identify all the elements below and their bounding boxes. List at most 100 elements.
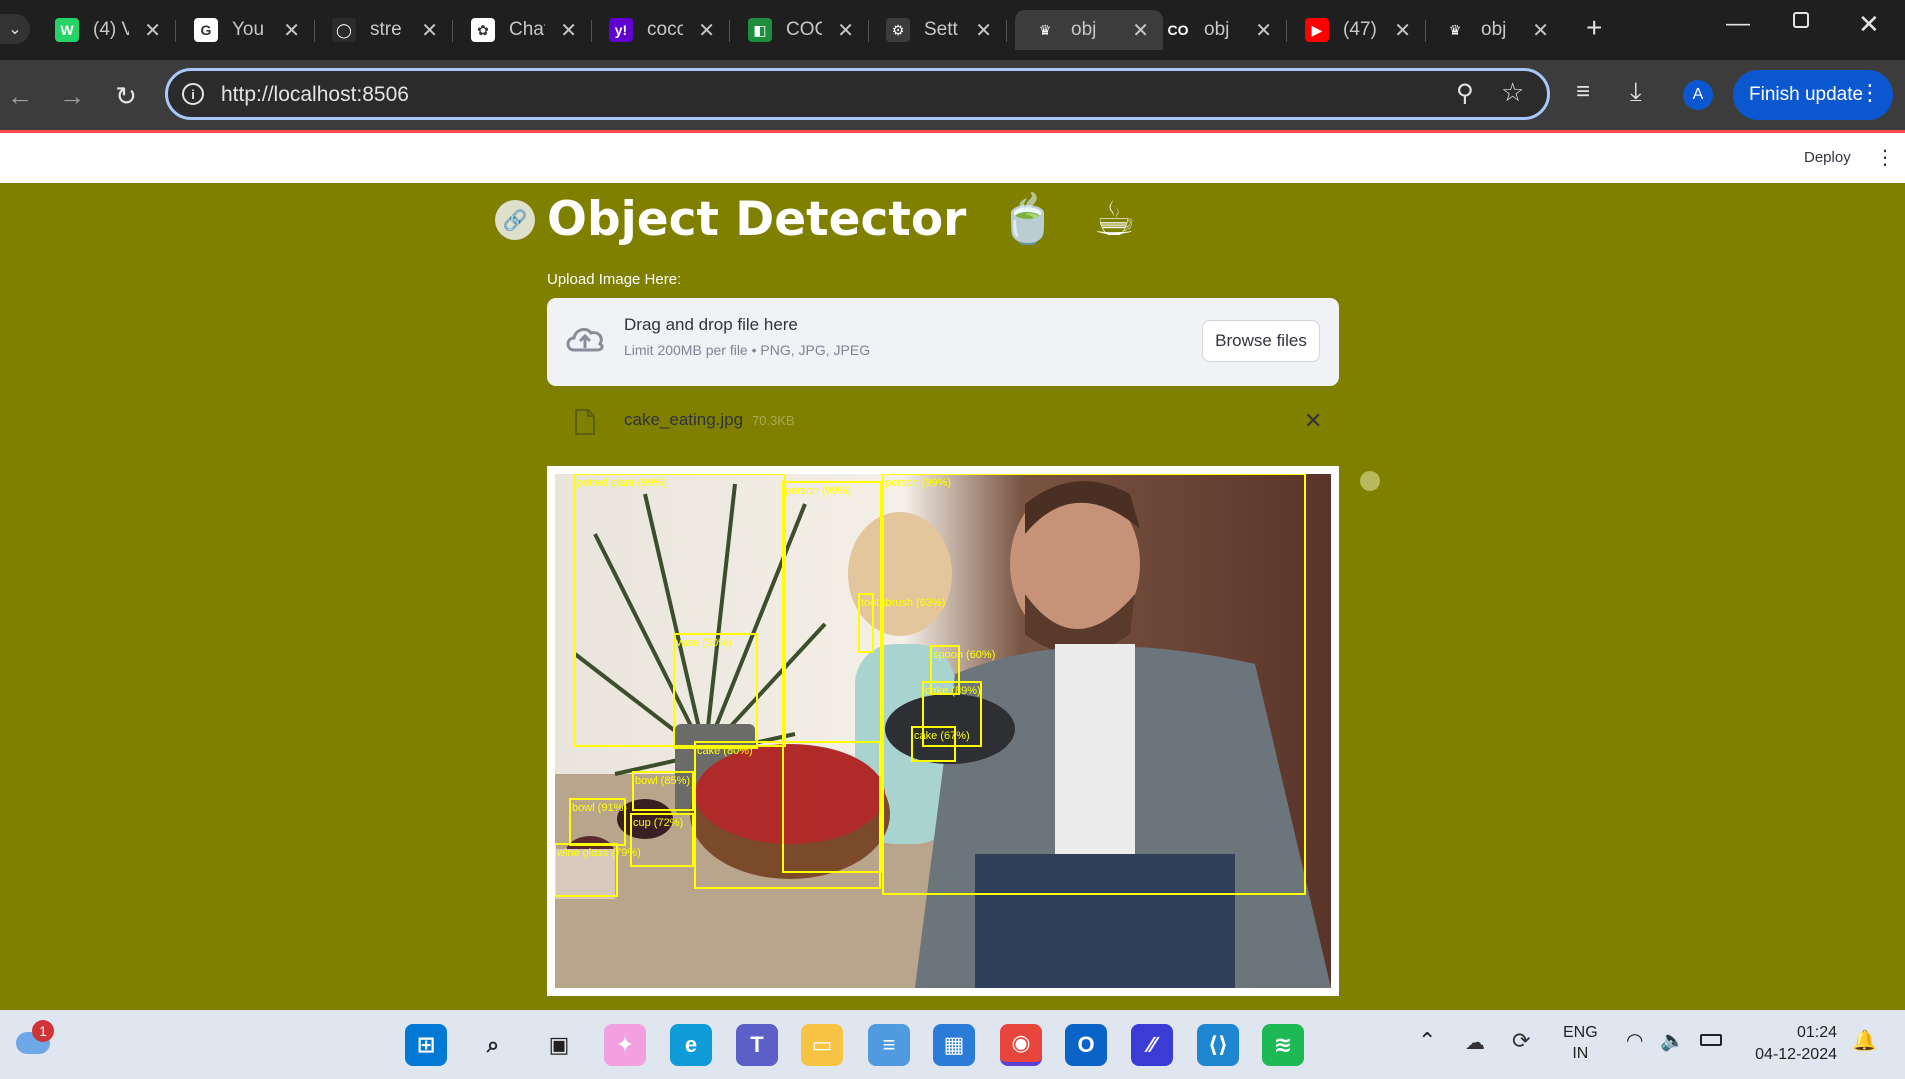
tab-5[interactable]: ◧ COC ✕	[730, 10, 868, 50]
clock-time: 01:24	[1796, 1024, 1837, 1041]
downloads-icon[interactable]: ⤓	[1630, 76, 1642, 108]
tab-close-icon[interactable]: ✕	[1255, 18, 1272, 43]
onedrive-icon[interactable]: ☁	[1465, 1030, 1485, 1055]
chrome-icon[interactable]: ◉	[1000, 1024, 1042, 1066]
remove-file-icon[interactable]: ✕	[1304, 408, 1322, 434]
language-indicator[interactable]: ENG IN	[1563, 1022, 1598, 1064]
github-icon: ◯	[332, 18, 356, 42]
tab-search-chevron-icon[interactable]: ⌄	[0, 14, 30, 44]
tab-6[interactable]: ⚙ Sett ✕	[868, 10, 1006, 50]
file-explorer-icon[interactable]: ▭	[801, 1024, 843, 1066]
file-dropzone[interactable]: Drag and drop file here Limit 200MB per …	[547, 298, 1339, 386]
more-vert-icon: ⋮	[1859, 80, 1881, 105]
tab-close-icon[interactable]: ✕	[975, 18, 992, 43]
tab-close-icon[interactable]: ✕	[1132, 18, 1149, 43]
tab-1[interactable]: G You ✕	[176, 10, 314, 50]
tab-10[interactable]: ♛ obj ✕	[1425, 10, 1563, 50]
yahoo-icon: y!	[609, 18, 633, 42]
tab-close-icon[interactable]: ✕	[837, 18, 854, 43]
fullscreen-icon[interactable]	[1360, 471, 1380, 491]
notification-bell-icon[interactable]: 🔔	[1852, 1028, 1877, 1053]
sync-icon[interactable]: ⟳	[1512, 1028, 1530, 1054]
tab-7[interactable]: ♛ obj ✕	[1015, 10, 1163, 50]
notepad-icon[interactable]: ≡	[868, 1024, 910, 1066]
tab-close-icon[interactable]: ✕	[698, 18, 715, 43]
tab-close-icon[interactable]: ✕	[1394, 18, 1411, 43]
site-info-icon[interactable]: i	[182, 83, 204, 105]
teams-icon[interactable]: T	[736, 1024, 778, 1066]
tab-separator	[1006, 20, 1007, 42]
dev-app-icon[interactable]: ∕∕	[1131, 1024, 1173, 1066]
tab-title: stre	[370, 19, 402, 40]
forward-arrow-icon[interactable]: →	[54, 78, 90, 114]
girl-hair-shape	[848, 512, 952, 636]
start-icon[interactable]: ⊞	[405, 1024, 447, 1066]
tab-close-icon[interactable]: ✕	[144, 18, 161, 43]
new-tab-button[interactable]: +	[1586, 12, 1602, 44]
clock-date: 04-12-2024	[1755, 1046, 1837, 1063]
minimize-window-icon[interactable]: —	[1726, 10, 1750, 38]
settings-gear-icon: ⚙	[886, 18, 910, 42]
tab-close-icon[interactable]: ✕	[1532, 18, 1549, 43]
back-arrow-icon[interactable]: ←	[2, 78, 38, 114]
battery-icon[interactable]	[1700, 1034, 1722, 1046]
show-hidden-icons-chevron-icon[interactable]: ⌃	[1418, 1028, 1436, 1054]
detection-label: cake (89%)	[925, 685, 981, 697]
store-icon[interactable]: ▦	[933, 1024, 975, 1066]
close-window-icon[interactable]: ✕	[1858, 9, 1880, 40]
google-icon: G	[194, 18, 218, 42]
volume-icon[interactable]: 🔈	[1660, 1028, 1685, 1053]
finish-update-button[interactable]: Finish update ⋮	[1733, 70, 1893, 120]
reload-icon[interactable]: ↻	[108, 78, 144, 114]
file-icon	[575, 409, 595, 435]
detection-label: potted plant (99%)	[577, 477, 667, 489]
task-view-icon[interactable]: ▣	[538, 1024, 580, 1066]
url-text[interactable]: http://localhost:8506	[221, 83, 409, 107]
restore-window-icon[interactable]	[1793, 12, 1809, 28]
tab-title: (47)	[1343, 19, 1377, 40]
man-jeans-shape	[975, 854, 1235, 988]
profile-avatar[interactable]: A	[1683, 80, 1713, 110]
language-top: ENG	[1563, 1024, 1598, 1041]
tab-title: COC	[786, 19, 822, 40]
edge-icon[interactable]: e	[670, 1024, 712, 1066]
zoom-icon[interactable]: ⚲	[1456, 79, 1474, 108]
detection-label: person (99%)	[885, 477, 951, 489]
detection-label: wine glass (79%)	[556, 847, 641, 859]
browser-toolbar: ← → ↻ i http://localhost:8506 ⚲ ☆ ≡ ⤓ A …	[0, 60, 1905, 130]
detection-label: vase (50%)	[676, 637, 732, 649]
tab-4[interactable]: y! coco ✕	[591, 10, 729, 50]
bookmark-star-icon[interactable]: ☆	[1501, 77, 1524, 108]
detection-label: cup (72%)	[633, 817, 683, 829]
detection-label: cake (67%)	[914, 730, 970, 742]
tab-close-icon[interactable]: ✕	[283, 18, 300, 43]
berries-shape	[695, 744, 885, 844]
tab-3[interactable]: ✿ Chat ✕	[453, 10, 591, 50]
reading-list-icon[interactable]: ≡	[1576, 78, 1590, 106]
tab-title: Chat	[509, 19, 545, 40]
browse-files-button[interactable]: Browse files	[1202, 320, 1320, 362]
tab-close-icon[interactable]: ✕	[421, 18, 438, 43]
tab-2[interactable]: ◯ stre ✕	[314, 10, 452, 50]
outlook-icon[interactable]: O	[1065, 1024, 1107, 1066]
tab-8[interactable]: CO obj ✕	[1148, 10, 1286, 50]
wifi-icon[interactable]: ◠	[1626, 1028, 1643, 1053]
tab-close-icon[interactable]: ✕	[560, 18, 577, 43]
deploy-button[interactable]: Deploy	[1804, 149, 1851, 166]
search-icon[interactable]: ⌕	[472, 1024, 514, 1066]
tab-9[interactable]: ▶ (47) ✕	[1287, 10, 1425, 50]
tab-0[interactable]: W (4) V ✕	[37, 10, 175, 50]
detection-result-image: potted plant (99%) person (99%) person (99…	[547, 466, 1380, 996]
copilot-icon[interactable]: ✦	[604, 1024, 646, 1066]
main-menu-icon[interactable]: ⋮	[1875, 145, 1895, 170]
vscode-icon[interactable]: ⟨⟩	[1197, 1024, 1239, 1066]
clock[interactable]: 01:24 04-12-2024	[1747, 1022, 1837, 1066]
detected-scene: potted plant (99%) person (99%) person (99…	[555, 474, 1331, 988]
uploader-label: Upload Image Here:	[547, 271, 682, 288]
address-bar[interactable]: i http://localhost:8506 ⚲ ☆	[165, 68, 1550, 120]
tab-title: obj	[1204, 19, 1230, 40]
page-title-text: Object Detector	[547, 192, 967, 247]
spotify-icon[interactable]: ≋	[1262, 1024, 1304, 1066]
heading-anchor-link-icon[interactable]: 🔗	[495, 200, 535, 240]
cloud-upload-icon	[566, 327, 604, 352]
